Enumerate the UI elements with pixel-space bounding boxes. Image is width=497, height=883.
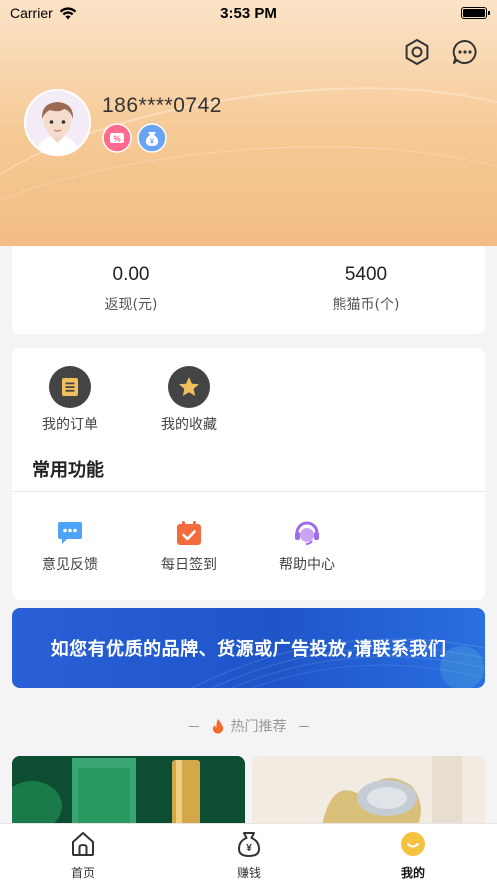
functions-card: 我的订单 我的收藏 常用功能 意见反馈 每日签到 帮助中心 <box>12 348 485 600</box>
svg-text:¥: ¥ <box>150 139 154 146</box>
home-icon <box>72 832 94 856</box>
tab-earn-label: 赚钱 <box>236 866 261 880</box>
product-image <box>252 756 485 826</box>
divider <box>12 491 485 492</box>
message-icon[interactable] <box>450 37 480 67</box>
cashback-value: 0.00 <box>112 264 150 285</box>
money-bag-badge: ¥ <box>137 123 167 153</box>
avatar[interactable] <box>24 89 91 156</box>
tab-mine[interactable]: 我的 <box>373 830 453 881</box>
feedback-button[interactable]: 意见反馈 <box>20 518 120 574</box>
contact-banner[interactable]: 如您有优质的品牌、货源或广告投放,请联系我们 <box>12 608 485 688</box>
common-functions-title: 常用功能 <box>32 460 104 481</box>
my-orders-button[interactable]: 我的订单 <box>20 366 120 434</box>
help-center-label: 帮助中心 <box>279 557 335 573</box>
help-center-button[interactable]: 帮助中心 <box>257 518 357 574</box>
tab-home-label: 首页 <box>70 866 95 880</box>
svg-text:¥: ¥ <box>246 843 252 854</box>
clock: 3:53 PM <box>220 4 277 22</box>
hot-recommend-title: 热门推荐 <box>0 716 497 736</box>
my-orders-label: 我的订单 <box>42 417 98 433</box>
divider <box>188 725 199 727</box>
cashback-stat[interactable]: 0.00 返现(元) <box>31 264 231 314</box>
cashback-label: 返现(元) <box>104 297 158 313</box>
coupon-badge: % <box>102 123 132 153</box>
my-favorites-button[interactable]: 我的收藏 <box>139 366 239 434</box>
panda-coin-value: 5400 <box>344 264 388 285</box>
tab-home[interactable]: 首页 <box>43 830 123 881</box>
daily-checkin-button[interactable]: 每日签到 <box>139 518 239 574</box>
smile-face-icon <box>401 832 425 856</box>
panda-coin-stat[interactable]: 5400 熊猫币(个) <box>266 264 466 314</box>
divider <box>298 725 309 727</box>
my-favorites-label: 我的收藏 <box>161 417 217 433</box>
username: 186****0742 <box>102 94 222 117</box>
product-card[interactable] <box>12 756 245 826</box>
settings-icon[interactable] <box>402 37 432 67</box>
feedback-icon <box>20 518 120 548</box>
svg-text:%: % <box>113 135 120 144</box>
tab-earn[interactable]: ¥ 赚钱 <box>209 830 289 881</box>
calendar-check-icon <box>139 518 239 548</box>
money-bag-icon: ¥ <box>238 832 260 857</box>
battery-icon <box>461 7 490 19</box>
star-icon <box>168 366 210 408</box>
order-list-icon <box>49 366 91 408</box>
daily-checkin-label: 每日签到 <box>161 557 217 573</box>
panda-coin-label: 熊猫币(个) <box>332 297 400 313</box>
tab-bar: 首页 ¥ 赚钱 我的 <box>0 823 497 883</box>
status-bar: Carrier 3:53 PM <box>0 0 497 26</box>
fire-icon <box>212 719 223 734</box>
hot-recommend-label: 热门推荐 <box>230 719 287 735</box>
feedback-label: 意见反馈 <box>42 557 98 573</box>
tab-mine-label: 我的 <box>400 866 425 880</box>
product-card[interactable] <box>252 756 485 826</box>
profile-header: Carrier 3:53 PM 186****0742 % ¥ <box>0 0 497 246</box>
product-image <box>12 756 245 826</box>
customer-service-icon <box>257 518 357 548</box>
banner-text: 如您有优质的品牌、货源或广告投放,请联系我们 <box>50 639 447 660</box>
stats-card: 0.00 返现(元) 5400 熊猫币(个) <box>12 246 485 334</box>
